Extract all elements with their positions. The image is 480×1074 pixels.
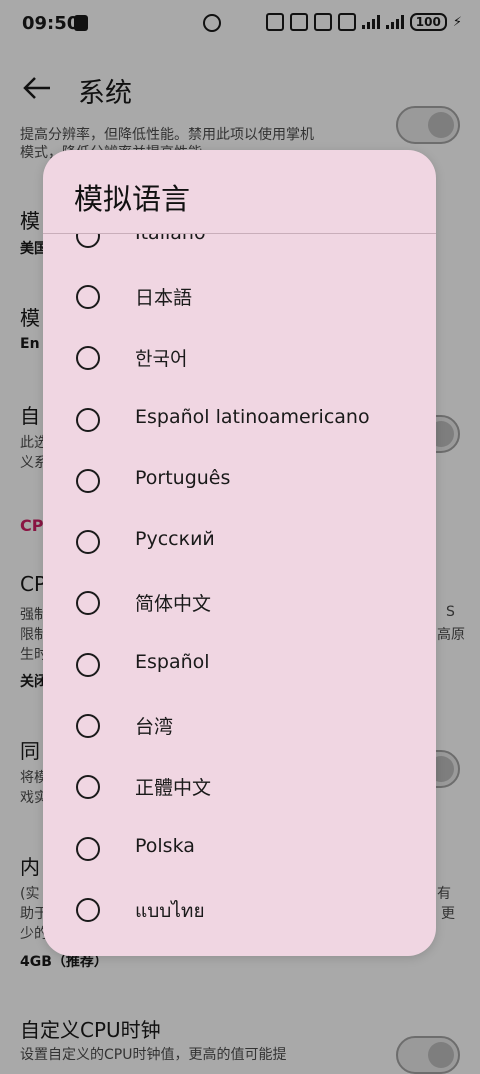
memory-layout-title[interactable]: 内 — [20, 851, 40, 880]
language-option[interactable]: 正體中文 — [43, 759, 436, 815]
language-option[interactable]: Español latinoamericano — [43, 392, 436, 448]
language-option-label: 正體中文 — [135, 777, 212, 799]
language-option[interactable]: Русский — [43, 514, 436, 570]
language-option[interactable]: Español — [43, 637, 436, 693]
setting-desc: 提高分辨率，但降低性能。禁用此项以使用掌机 — [20, 127, 314, 143]
language-option[interactable]: 简体中文 — [43, 575, 436, 631]
radio-button-icon[interactable] — [76, 530, 100, 554]
cpu-accuracy-desc-right: S — [446, 604, 455, 620]
language-option[interactable]: Polska — [43, 821, 436, 877]
memory-layout-desc-right: 有 — [437, 886, 451, 902]
custom-rtc-title[interactable]: 自 — [20, 400, 40, 429]
language-option-label: Polska — [135, 835, 195, 857]
language-option-label: Русский — [135, 528, 215, 550]
language-option-label: 한국어 — [135, 348, 188, 370]
cpu-clock-title[interactable]: 自定义CPU时钟 — [20, 1014, 161, 1043]
language-option-label: แบบไทย — [135, 900, 205, 922]
region-setting-title[interactable]: 模 — [20, 205, 40, 234]
language-option[interactable]: 日本語 — [43, 269, 436, 325]
radio-button-icon[interactable] — [76, 653, 100, 677]
radio-button-icon[interactable] — [76, 234, 100, 248]
sync-speed-title[interactable]: 同 — [20, 735, 40, 764]
radio-button-icon[interactable] — [76, 469, 100, 493]
language-setting-value: En — [20, 336, 40, 352]
language-option-label: 简体中文 — [135, 593, 212, 615]
language-option-label: Italiano — [135, 234, 206, 244]
language-option[interactable]: 台湾 — [43, 698, 436, 754]
cpu-clock-desc: 设置自定义的CPU时钟值，更高的值可能提 — [20, 1047, 287, 1063]
radio-button-icon[interactable] — [76, 591, 100, 615]
radio-button-icon[interactable] — [76, 837, 100, 861]
language-option-label: Português — [135, 467, 231, 489]
radio-button-icon[interactable] — [76, 346, 100, 370]
language-option[interactable]: Italiano — [43, 234, 436, 264]
language-option[interactable]: Português — [43, 453, 436, 509]
radio-button-icon[interactable] — [76, 408, 100, 432]
language-option-label: 日本語 — [135, 287, 193, 309]
language-option-label: Español — [135, 651, 210, 673]
language-option[interactable]: แบบไทย — [43, 882, 436, 938]
language-option[interactable]: 한국어 — [43, 330, 436, 386]
dialog-title: 模拟语言 — [74, 182, 191, 216]
language-options-list[interactable]: Italiano 日本語 한국어 Español latinoamericano… — [43, 234, 436, 956]
radio-button-icon[interactable] — [76, 898, 100, 922]
radio-button-icon[interactable] — [76, 285, 100, 309]
docked-mode-toggle[interactable] — [396, 106, 460, 144]
radio-button-icon[interactable] — [76, 775, 100, 799]
memory-layout-desc-right: 更 — [441, 906, 455, 922]
language-setting-title[interactable]: 模 — [20, 302, 40, 331]
memory-layout-desc: (实 — [20, 886, 40, 902]
language-option-label: 台湾 — [135, 716, 174, 738]
radio-button-icon[interactable] — [76, 714, 100, 738]
emulation-language-dialog: 模拟语言 Italiano 日本語 한국어 Español latinoamer… — [43, 150, 436, 956]
cpu-accuracy-desc-right: 高原 — [437, 627, 465, 643]
cpu-clock-toggle[interactable] — [396, 1036, 460, 1074]
language-option-label: Español latinoamericano — [135, 406, 370, 428]
